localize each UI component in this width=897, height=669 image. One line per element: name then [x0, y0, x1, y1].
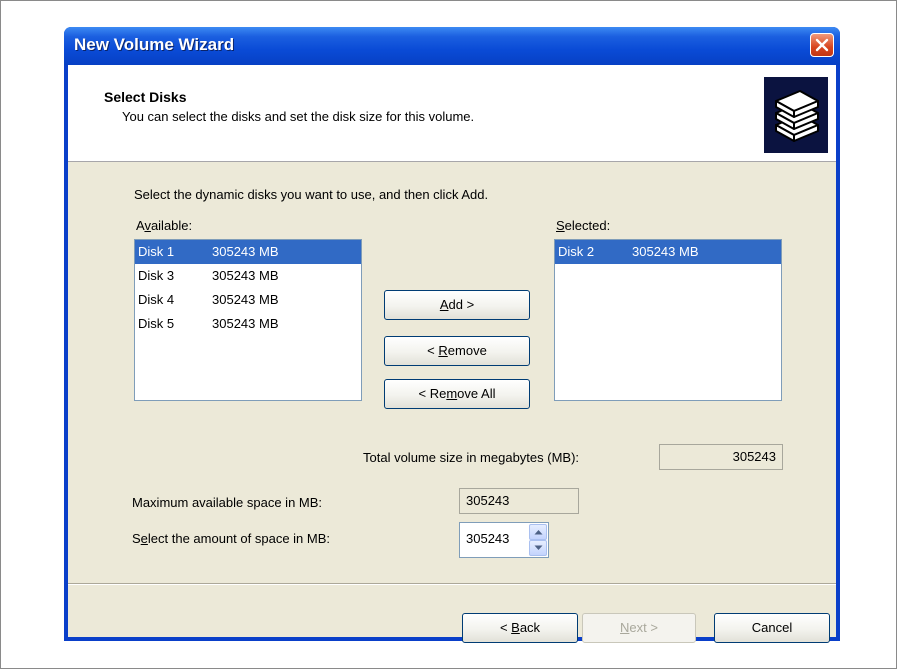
- list-item[interactable]: Disk 3 305243 MB: [135, 264, 361, 288]
- close-button[interactable]: [810, 33, 834, 57]
- header-subtitle: You can select the disks and set the dis…: [122, 109, 475, 124]
- selected-label-suffix: elected:: [564, 218, 611, 233]
- spinner-up-button[interactable]: [529, 524, 547, 540]
- remove-button[interactable]: < Remove: [384, 336, 530, 366]
- available-label: Available:: [136, 218, 192, 233]
- amount-input[interactable]: 305243: [466, 531, 509, 546]
- amount-label-suffix: lect the amount of space in MB:: [147, 531, 331, 546]
- add-mnemonic: A: [439, 297, 449, 312]
- disk-stack-icon: [764, 77, 828, 153]
- footer-divider: [68, 583, 836, 585]
- amount-label-prefix: S: [132, 531, 141, 546]
- disk-size: 305243 MB: [212, 268, 279, 283]
- disk-size: 305243 MB: [212, 244, 279, 259]
- disk-name: Disk 1: [138, 244, 175, 259]
- add-button[interactable]: Add >: [384, 290, 530, 320]
- remove-all-prefix: < Re: [418, 386, 447, 401]
- disk-name: Disk 5: [138, 316, 175, 331]
- disk-size: 305243 MB: [212, 292, 279, 307]
- disk-name: Disk 2: [558, 244, 595, 259]
- remove-mnemonic: R: [438, 343, 448, 358]
- dialog-body: Select Disks You can select the disks an…: [68, 65, 836, 643]
- next-label: ext >: [629, 620, 658, 635]
- next-mnemonic: N: [620, 620, 630, 635]
- disk-size: 305243 MB: [212, 316, 279, 331]
- next-button[interactable]: Next >: [582, 613, 696, 643]
- selected-label: Selected:: [556, 218, 610, 233]
- chevron-up-icon: [534, 530, 543, 535]
- wizard-header: Select Disks You can select the disks an…: [68, 65, 836, 162]
- spinner-down-button[interactable]: [529, 540, 547, 556]
- back-label: ack: [519, 620, 541, 635]
- amount-spinner[interactable]: 305243: [459, 522, 549, 558]
- cancel-button[interactable]: Cancel: [714, 613, 830, 643]
- available-disks-list[interactable]: Disk 1 305243 MB Disk 3 305243 MB Disk 4 30…: [134, 239, 362, 401]
- disk-name: Disk 3: [138, 268, 175, 283]
- amount-label: Select the amount of space in MB:: [132, 531, 330, 546]
- disk-size: 305243 MB: [632, 244, 699, 259]
- title-bar[interactable]: New Volume Wizard: [64, 27, 840, 65]
- selected-label-mnemonic: S: [556, 218, 565, 233]
- add-label: dd >: [448, 297, 475, 312]
- list-item[interactable]: Disk 4 305243 MB: [135, 288, 361, 312]
- total-size-field: 305243: [659, 444, 783, 470]
- list-item[interactable]: Disk 5 305243 MB: [135, 312, 361, 336]
- remove-all-button[interactable]: < Remove All: [384, 379, 530, 409]
- remove-all-mnemonic: m: [446, 386, 458, 401]
- available-label-suffix: ailable:: [150, 218, 193, 233]
- back-button[interactable]: < Back: [462, 613, 578, 643]
- back-prefix: <: [499, 620, 512, 635]
- remove-all-label: ove All: [457, 386, 496, 401]
- close-icon: [815, 38, 829, 52]
- chevron-down-icon: [534, 545, 543, 550]
- max-space-field: 305243: [459, 488, 579, 514]
- header-title: Select Disks: [104, 89, 187, 105]
- max-space-label: Maximum available space in MB:: [132, 495, 323, 510]
- instructions-text: Select the dynamic disks you want to use…: [134, 187, 489, 202]
- list-item[interactable]: Disk 1 305243 MB: [135, 240, 361, 264]
- remove-prefix: <: [427, 343, 439, 358]
- selected-disks-list[interactable]: Disk 2 305243 MB: [554, 239, 782, 401]
- wizard-window: New Volume Wizard Select Disks You can s…: [64, 27, 840, 643]
- list-item[interactable]: Disk 2 305243 MB: [555, 240, 781, 264]
- total-size-label: Total volume size in megabytes (MB):: [363, 450, 580, 465]
- window-title: New Volume Wizard: [74, 35, 235, 54]
- back-mnemonic: B: [511, 620, 520, 635]
- remove-label: emove: [447, 343, 487, 358]
- amount-label-mnemonic: e: [140, 531, 148, 546]
- disk-name: Disk 4: [138, 292, 175, 307]
